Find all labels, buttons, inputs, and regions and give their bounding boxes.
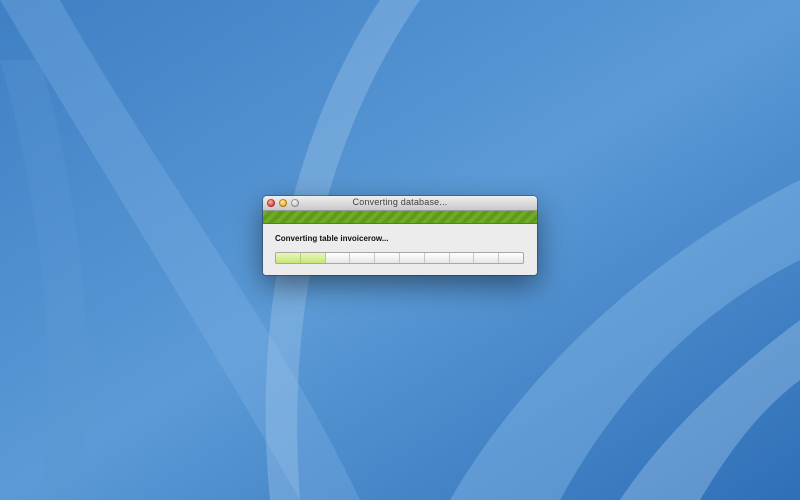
window-titlebar[interactable]: Converting database... [263, 196, 537, 211]
conversion-dialog: Converting database... Converting table … [263, 196, 537, 275]
status-text: Converting table invoicerow... [275, 234, 389, 243]
window-title: Converting database... [352, 197, 448, 207]
progress-segment-empty [425, 253, 450, 263]
progress-segment-empty [499, 253, 523, 263]
progress-segment-empty [326, 253, 351, 263]
progress-stripe-banner [263, 211, 537, 224]
desktop: Converting database... Converting table … [0, 0, 800, 500]
progress-segment-empty [375, 253, 400, 263]
progress-segment-empty [350, 253, 376, 263]
dialog-content: Converting table invoicerow... [263, 224, 537, 275]
progress-segment-empty [400, 253, 425, 263]
progress-bar [275, 252, 524, 264]
progress-segment-empty [474, 253, 500, 263]
progress-segment-filled [276, 253, 301, 263]
progress-segment-empty [450, 253, 475, 263]
progress-segment-filled [300, 253, 326, 263]
